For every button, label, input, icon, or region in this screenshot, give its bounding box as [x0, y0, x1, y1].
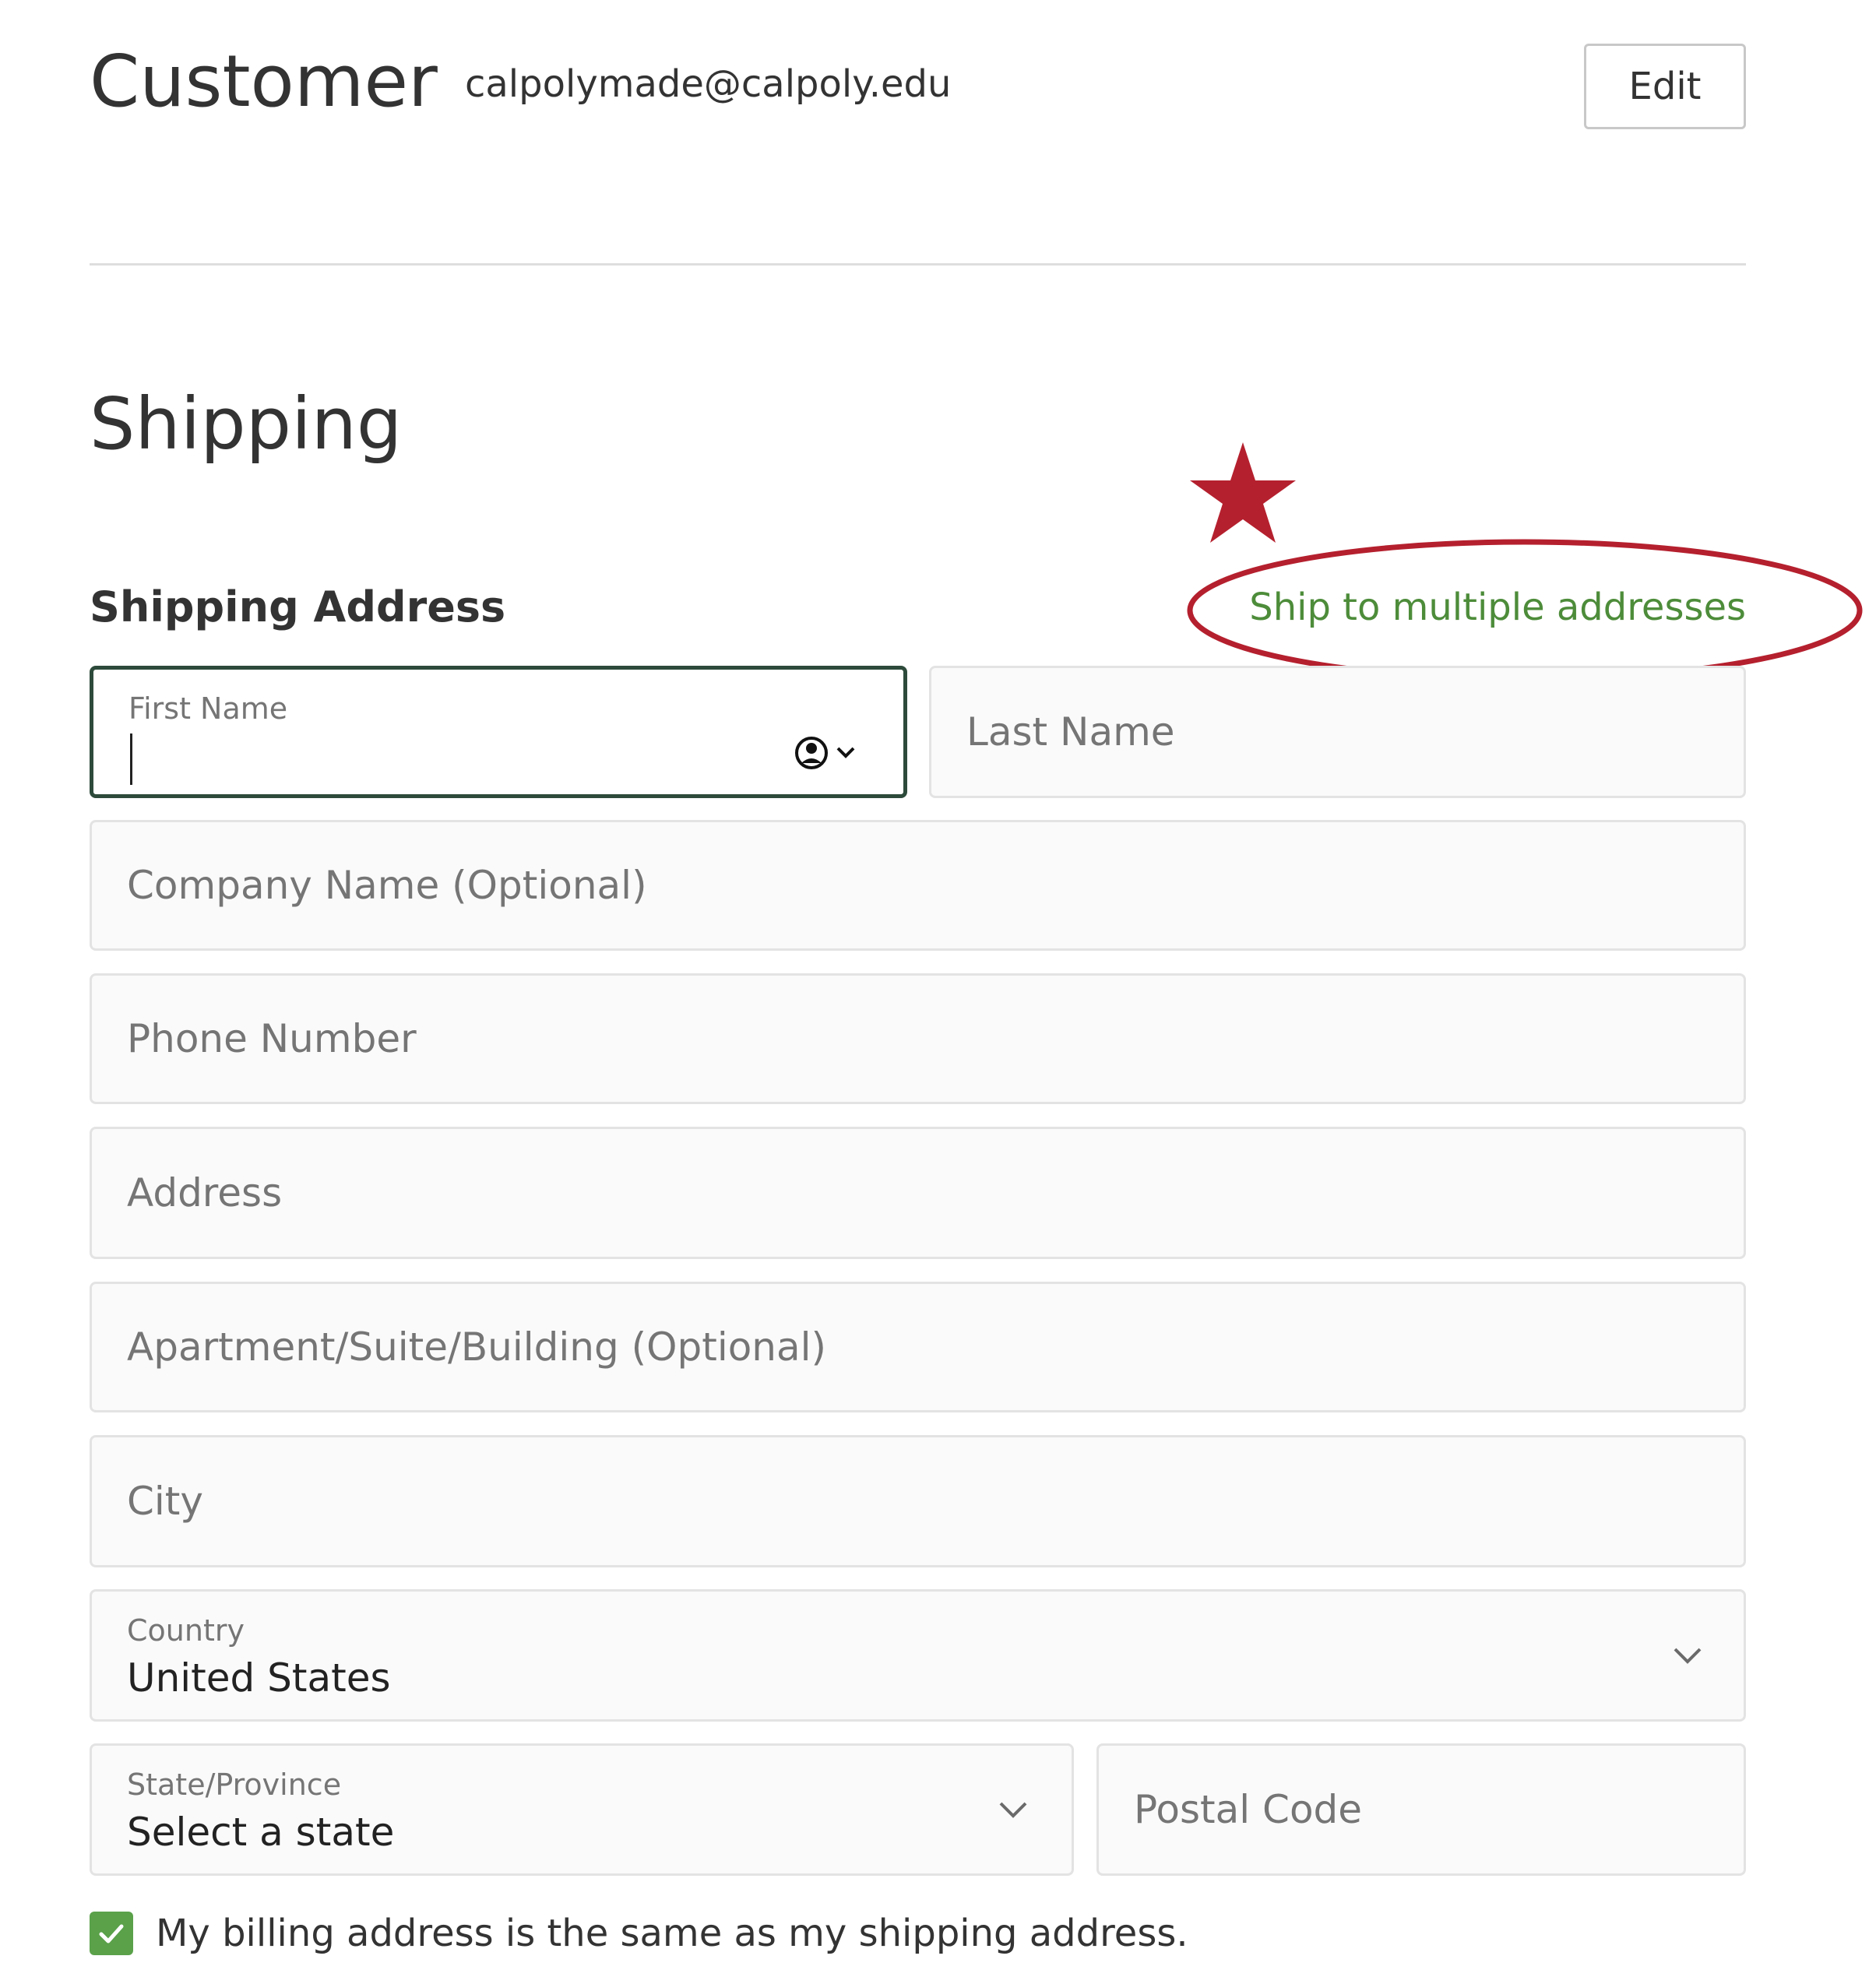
country-value: United States [127, 1655, 391, 1701]
address-field[interactable]: Address [90, 1127, 1746, 1259]
first-name-field[interactable]: First Name [90, 666, 907, 798]
billing-same-checkbox[interactable] [90, 1912, 133, 1955]
state-select[interactable]: State/Province Select a state [90, 1743, 1074, 1876]
state-value: Select a state [127, 1810, 395, 1855]
country-select[interactable]: Country United States [90, 1589, 1746, 1722]
customer-email: calpolymade@calpoly.edu [465, 62, 952, 106]
ship-to-multiple-addresses-link[interactable]: Ship to multiple addresses [1246, 580, 1746, 635]
autofill-contact-button[interactable] [794, 733, 864, 772]
billing-same-label[interactable]: My billing address is the same as my shi… [156, 1909, 1188, 1958]
chevron-down-icon [1674, 1648, 1702, 1664]
company-name-field[interactable]: Company Name (Optional) [90, 820, 1746, 951]
section-divider [90, 263, 1746, 266]
postal-code-placeholder: Postal Code [1134, 1787, 1363, 1832]
phone-number-placeholder: Phone Number [127, 1016, 417, 1061]
country-label: Country [127, 1613, 245, 1648]
annotation-overlay [1187, 442, 1863, 682]
last-name-placeholder: Last Name [966, 709, 1175, 755]
postal-code-field[interactable]: Postal Code [1096, 1743, 1746, 1876]
address-placeholder: Address [127, 1170, 283, 1215]
user-circle-icon [795, 737, 828, 769]
star-icon [1190, 442, 1296, 543]
shipping-title: Shipping [90, 382, 403, 466]
check-icon [99, 1924, 124, 1944]
phone-number-field[interactable]: Phone Number [90, 973, 1746, 1104]
last-name-field[interactable]: Last Name [929, 666, 1746, 798]
apartment-field[interactable]: Apartment/Suite/Building (Optional) [90, 1282, 1746, 1412]
apartment-placeholder: Apartment/Suite/Building (Optional) [127, 1324, 827, 1370]
chevron-down-icon [836, 747, 855, 758]
shipping-address-heading: Shipping Address [90, 582, 506, 631]
edit-customer-button[interactable]: Edit [1584, 44, 1746, 129]
text-caret [130, 733, 132, 785]
company-name-placeholder: Company Name (Optional) [127, 863, 647, 908]
first-name-label: First Name [128, 691, 288, 726]
chevron-down-icon [999, 1802, 1027, 1818]
city-field[interactable]: City [90, 1435, 1746, 1567]
customer-title: Customer [90, 40, 438, 123]
state-label: State/Province [127, 1768, 342, 1802]
city-placeholder: City [127, 1479, 203, 1524]
